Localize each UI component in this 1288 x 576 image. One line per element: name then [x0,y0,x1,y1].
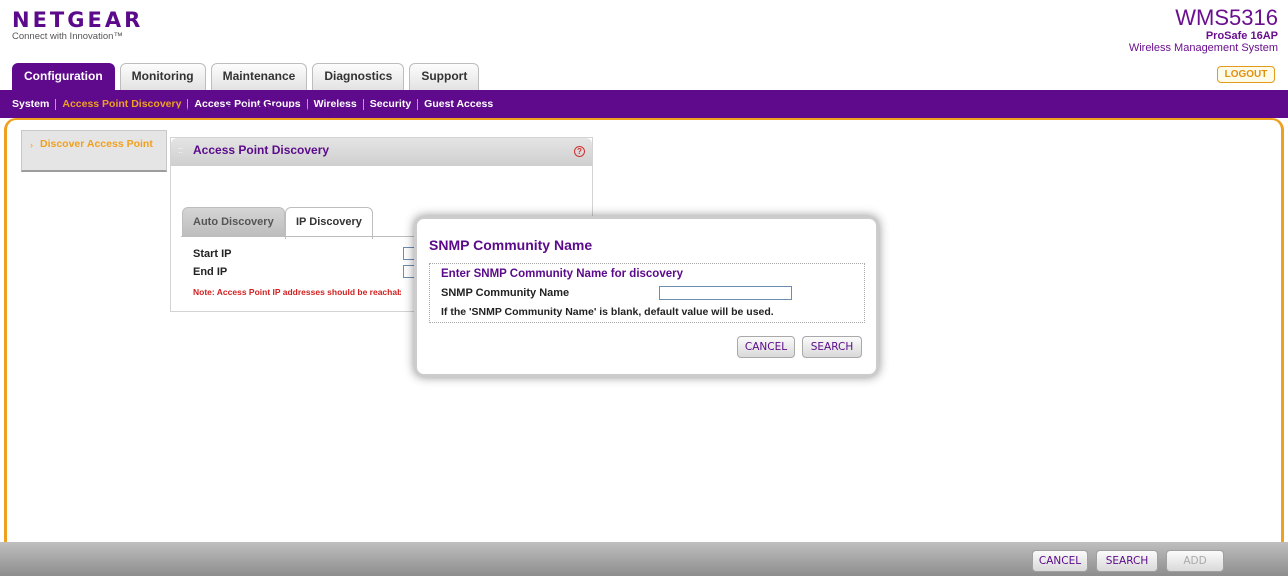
dialog-subtitle: Enter SNMP Community Name for discovery [441,268,683,280]
dialog-cancel-button[interactable]: CANCEL [737,336,795,358]
dialog-hint: If the 'SNMP Community Name' is blank, d… [441,306,774,318]
start-ip-label: Start IP [193,248,232,260]
left-nav-discover-access-point[interactable]: › Discover Access Point [21,130,167,172]
tab-monitoring[interactable]: Monitoring [119,63,206,90]
chevron-right-icon: › [30,140,33,150]
tab-auto-discovery[interactable]: Auto Discovery [182,207,285,237]
main-tabs: Configuration Monitoring Maintenance Dia… [12,63,484,90]
subnav-security[interactable]: Security [364,98,419,110]
page-title: Access Point Discovery [170,103,335,119]
dialog-title: SNMP Community Name [429,237,593,253]
panel-title: Access Point Discovery [193,143,330,157]
panel-header: :: Access Point Discovery ? [171,138,592,166]
product-info: WMS5316 ProSafe 16AP Wireless Management… [1128,5,1278,55]
subnav-system[interactable]: System [6,98,57,110]
left-nav-label: Discover Access Point [40,138,153,150]
product-model: WMS5316 [1175,5,1278,30]
footer-cancel-button[interactable]: CANCEL [1032,550,1088,572]
header: NETGEAR Connect with Innovation™ WMS5316… [0,0,1288,90]
logo-text: NETGEAR [12,8,144,32]
reachability-note: Note: Access Point IP addresses should b… [193,287,401,297]
logout-button[interactable]: LOGOUT [1217,66,1275,83]
subnav-guest-access[interactable]: Guest Access [418,98,499,110]
logo-tagline: Connect with Innovation™ [12,31,123,42]
tab-diagnostics[interactable]: Diagnostics [312,63,405,90]
footer-add-button[interactable]: ADD [1166,550,1224,572]
dialog-search-button[interactable]: SEARCH [802,336,862,358]
snmp-community-input[interactable] [659,286,792,300]
snmp-community-label: SNMP Community Name [441,287,570,299]
dialog-form-box: Enter SNMP Community Name for discovery … [429,263,865,323]
footer-search-button[interactable]: SEARCH [1096,550,1158,572]
drag-handle-icon: :: [178,145,184,155]
footer-bar: CANCEL SEARCH ADD [0,542,1288,576]
snmp-community-dialog: SNMP Community Name Enter SNMP Community… [414,216,879,377]
product-line: ProSafe 16AP [1205,30,1278,42]
help-icon[interactable]: ? [574,146,585,157]
end-ip-label: End IP [193,266,228,278]
tab-configuration[interactable]: Configuration [12,63,115,90]
product-name: Wireless Management System [1128,42,1278,54]
subnav-access-point-discovery[interactable]: Access Point Discovery [56,98,189,110]
tab-support[interactable]: Support [409,63,480,90]
tab-ip-discovery[interactable]: IP Discovery [285,207,373,239]
netgear-logo: NETGEAR Connect with Innovation™ [12,8,143,42]
tab-maintenance[interactable]: Maintenance [210,63,308,90]
